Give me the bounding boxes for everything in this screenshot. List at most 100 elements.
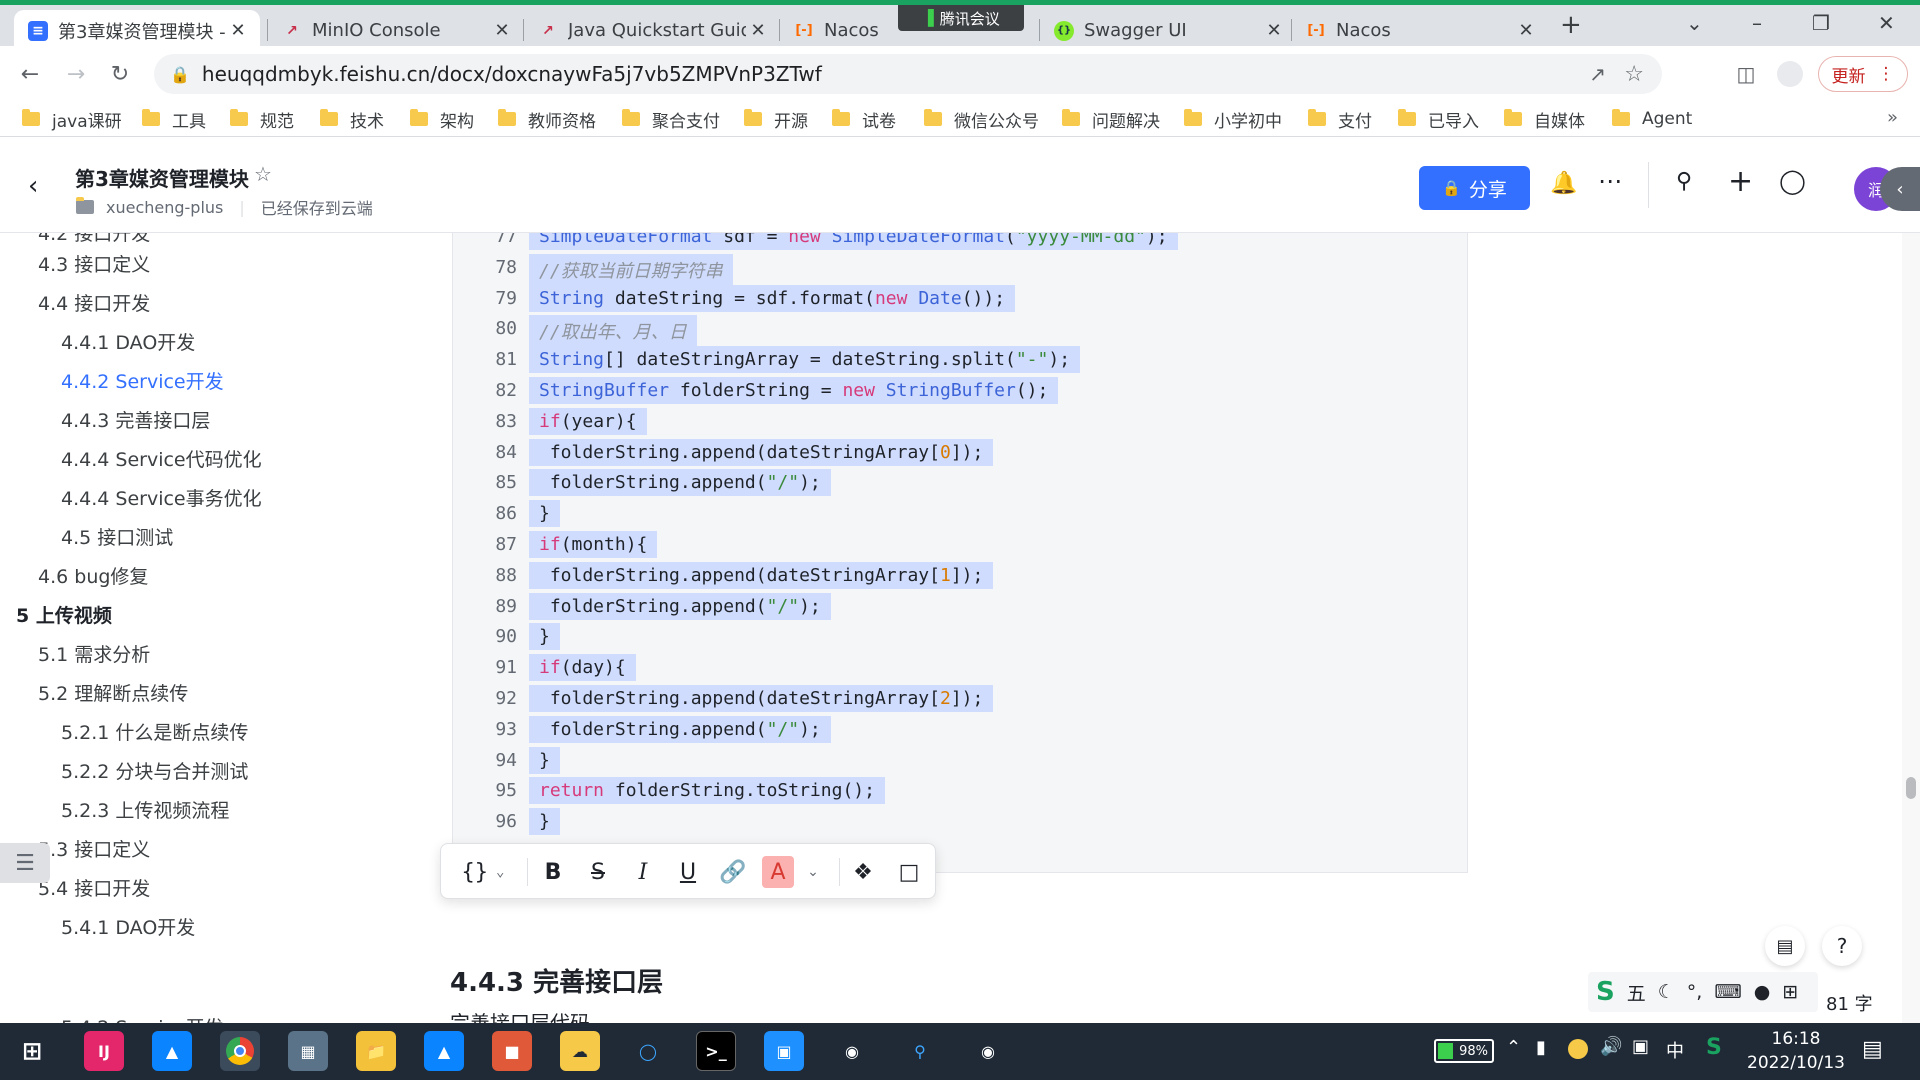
code-text[interactable]: //获取当前日期字符串 [529, 253, 733, 286]
intellij-icon[interactable]: IJ [84, 1031, 124, 1071]
bookmark-item[interactable]: 已导入 [1398, 107, 1479, 132]
new-tab-icon[interactable]: + [1560, 10, 1582, 40]
code-block-icon[interactable]: {} ⌄ [453, 856, 513, 888]
tray-expand-icon[interactable]: ⌃ [1506, 1037, 1521, 1058]
code-text[interactable]: folderString.append("/"); [529, 592, 831, 620]
code-text[interactable]: //取出年、月、日 [529, 315, 697, 348]
browser-app-icon[interactable]: ◯ [628, 1031, 668, 1071]
close-tab-icon[interactable]: ✕ [490, 20, 514, 41]
bookmark-item[interactable]: 微信公众号 [924, 107, 1039, 132]
browser-tab[interactable]: ↗ Java Quickstart Guid ✕ [524, 10, 780, 51]
weather-app-icon[interactable]: ☁ [560, 1031, 600, 1071]
bookmark-item[interactable]: 开源 [744, 107, 808, 132]
code-line[interactable]: 92 folderString.append(dateStringArray[2… [453, 685, 1467, 719]
code-line[interactable]: 80 //取出年、月、日 [453, 315, 1467, 349]
bookmark-item[interactable]: 自媒体 [1504, 107, 1585, 132]
microphone-icon[interactable]: ▮ [1536, 1037, 1546, 1058]
more-icon[interactable]: ⋯ [1598, 167, 1622, 195]
terminal-icon[interactable]: >_ [696, 1031, 736, 1071]
link-icon[interactable]: 🔗 [717, 856, 749, 888]
clock[interactable]: 16:18 2022/10/13 [1746, 1027, 1846, 1075]
windows-start-icon[interactable]: ⊞ [12, 1031, 52, 1071]
toc-item[interactable]: 4.4.4 Service事务优化 [61, 484, 262, 511]
moon-icon[interactable]: ☾ [1658, 981, 1675, 1003]
toc-item[interactable]: 4.4.4 Service代码优化 [61, 445, 262, 472]
code-text[interactable]: return folderString.toString(); [529, 777, 885, 805]
code-line[interactable]: 89 folderString.append("/"); [453, 592, 1467, 627]
back-icon[interactable]: ← [10, 54, 50, 94]
menu-dots-icon[interactable]: ⋮ [1878, 64, 1895, 84]
meeting-overlay[interactable]: ▐ 腾讯会议 [898, 5, 1024, 31]
code-line[interactable]: 84 folderString.append(dateStringArray[0… [453, 438, 1467, 473]
bookmark-item[interactable]: 问题解决 [1062, 107, 1160, 132]
toc-item[interactable]: 4.5 接口测试 [61, 523, 173, 550]
code-line[interactable]: 79 String dateString = sdf.format(new Dat… [453, 284, 1467, 319]
code-line[interactable]: 94} [453, 746, 1467, 781]
help-bulb-icon[interactable]: ◯ [1779, 167, 1806, 195]
code-text[interactable]: } [529, 623, 560, 651]
feishu-app-icon[interactable]: ▲ [152, 1031, 192, 1071]
notification-bell-icon[interactable]: 🔔 [1550, 171, 1577, 196]
code-line[interactable]: 83 if(year){ [453, 407, 1467, 442]
comment-icon[interactable]: □ [893, 856, 925, 888]
code-line[interactable]: 95 return folderString.toString(); [453, 777, 1467, 811]
code-text[interactable]: String[] dateStringArray = dateString.sp… [529, 346, 1081, 374]
search-icon[interactable]: ⚲ [1676, 169, 1692, 194]
code-line[interactable]: 78 //获取当前日期字符串 [453, 253, 1467, 288]
bookmark-item[interactable]: 支付 [1308, 107, 1372, 132]
tab-search-icon[interactable]: ⌄ [1686, 11, 1703, 35]
browser-tab[interactable]: ≡ 第3章媒资管理模块 - ✕ [14, 10, 260, 51]
share-page-icon[interactable]: ↗ [1589, 62, 1606, 86]
italic-icon[interactable]: I [627, 856, 659, 888]
text-color-icon[interactable]: A [762, 856, 794, 888]
bold-icon[interactable]: B [537, 856, 569, 888]
close-tab-icon[interactable]: ✕ [746, 20, 770, 41]
code-line[interactable]: 86} [453, 500, 1467, 534]
browser-tab[interactable]: [-] Nacos [780, 10, 910, 51]
bookmark-item[interactable]: 试卷 [832, 107, 896, 132]
meeting-app-icon[interactable]: ▲ [424, 1031, 464, 1071]
volume-icon[interactable]: 🔊 [1600, 1036, 1622, 1057]
forward-icon[interactable]: → [56, 54, 96, 94]
close-tab-icon[interactable]: ✕ [226, 20, 250, 41]
bookmark-item[interactable]: 教师资格 [498, 107, 596, 132]
code-block[interactable]: 77 SimpleDateFormat sdf = new SimpleDateF… [452, 233, 1468, 873]
bookmark-item[interactable]: 规范 [230, 107, 294, 132]
code-text[interactable]: if(day){ [529, 654, 636, 682]
code-text[interactable]: StringBuffer folderString = new StringBu… [529, 377, 1059, 404]
search-tool-icon[interactable]: ⚲ [900, 1031, 940, 1071]
code-text[interactable]: folderString.append("/"); [529, 469, 831, 497]
code-text[interactable]: folderString.append("/"); [529, 715, 831, 743]
update-button[interactable]: 更新 ⋮ [1818, 56, 1908, 92]
code-line[interactable]: 96} [453, 808, 1467, 842]
toc-item[interactable]: 5.3 接口定义 [38, 835, 150, 862]
network-icon[interactable]: ▣ [1632, 1036, 1649, 1057]
keyboard-icon[interactable]: ⌨ [1714, 981, 1741, 1003]
grid-icon[interactable]: ⊞ [1782, 981, 1798, 1003]
browser-tab[interactable]: [-] Nacos ✕ [1292, 10, 1548, 51]
browser-tab[interactable]: {} Swagger UI ✕ [1040, 10, 1296, 51]
bookmark-item[interactable]: 技术 [320, 107, 384, 132]
code-text[interactable]: } [529, 808, 560, 836]
side-panel-icon[interactable]: ◫ [1726, 54, 1766, 94]
code-line[interactable]: 88 folderString.append(dateStringArray[1… [453, 561, 1467, 596]
toc-item[interactable]: 5.2.2 分块与合并测试 [61, 757, 248, 784]
file-explorer-icon[interactable]: 📁 [356, 1031, 396, 1071]
help-icon[interactable]: ? [1822, 926, 1862, 966]
bookmark-star-icon[interactable]: ☆ [1624, 62, 1644, 87]
presentation-app-icon[interactable]: ■ [492, 1031, 532, 1071]
bookmark-item[interactable]: 小学初中 [1184, 107, 1282, 132]
toc-item[interactable]: 5.2.1 什么是断点续传 [61, 718, 248, 745]
obs-icon[interactable]: ◉ [832, 1031, 872, 1071]
doc-folder[interactable]: xuecheng-plus [106, 198, 223, 217]
scrollbar-thumb[interactable] [1906, 777, 1916, 799]
ai-assist-icon[interactable]: ❖ [847, 856, 879, 888]
toc-item[interactable]: 4.4.1 DAO开发 [61, 328, 195, 355]
toc-item[interactable]: 5.4 接口开发 [38, 874, 150, 901]
toc-toggle-icon[interactable]: ☰ [0, 843, 50, 883]
notification-center-icon[interactable]: ▤ [1862, 1037, 1883, 1062]
toc-item[interactable]: 4.4.3 完善接口层 [61, 406, 210, 433]
toc-item[interactable]: 5.1 需求分析 [38, 640, 150, 667]
code-text[interactable]: folderString.append(dateStringArray[2]); [529, 685, 994, 712]
code-text[interactable]: } [529, 746, 560, 774]
